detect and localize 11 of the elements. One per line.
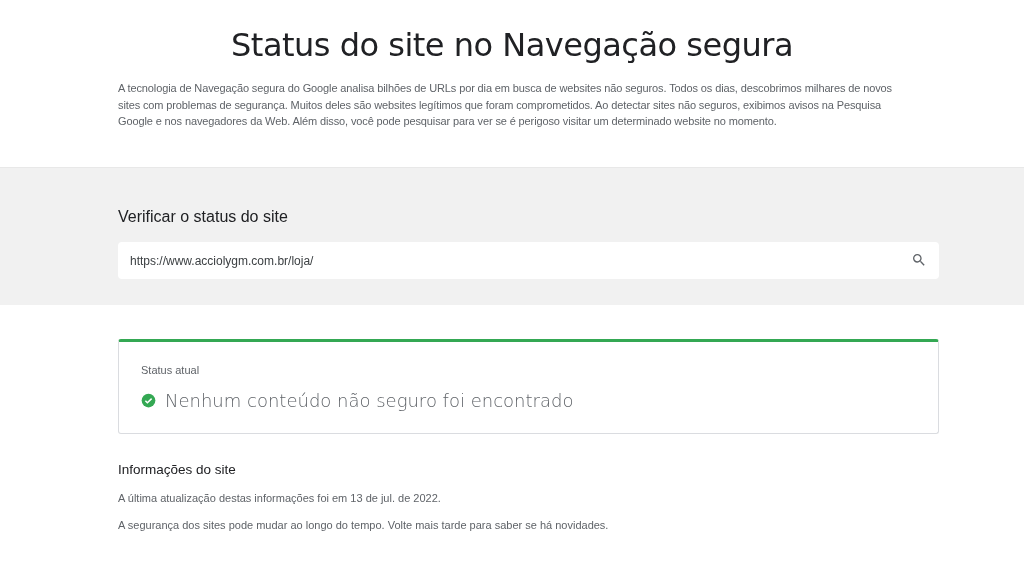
- info-text: A última atualização destas informações foi em 13 de jul. de 2022.: [118, 491, 442, 506]
- info-text: A segurança dos sites pode mudar ao longo do tempo. Volte mais tarde para saber se há novidades.: [118, 518, 610, 533]
- status-message: Nenhum conteúdo não seguro foi encontrado: [165, 390, 574, 411]
- intro-paragraph: A tecnologia de Navegação segura do Google analisa bilhões de URLs por dia em busca de websites não seguros. Todos os dias, descobrimos milhares de novos sites com problemas de segurança. Muitos deles são websites legítimos que foram comprometidos. Ao detectar sites não seguros, exibimos avisos na Pesquisa Google e nos navegadores da Web. Além disso, você pode pesquisar para ver se é perigoso visitar um determinado website no momento.: [118, 81, 893, 130]
- check-circle-icon: [141, 393, 156, 408]
- page-title: Status do site no Navegação segura: [230, 26, 794, 64]
- section-heading: Verificar o status do site: [118, 208, 289, 226]
- status-label: Status atual: [141, 364, 200, 376]
- url-search-field[interactable]: https://www.acciolygm.com.br/loja/: [118, 242, 939, 279]
- info-heading: Informações do site: [118, 462, 237, 477]
- search-icon[interactable]: [911, 252, 927, 268]
